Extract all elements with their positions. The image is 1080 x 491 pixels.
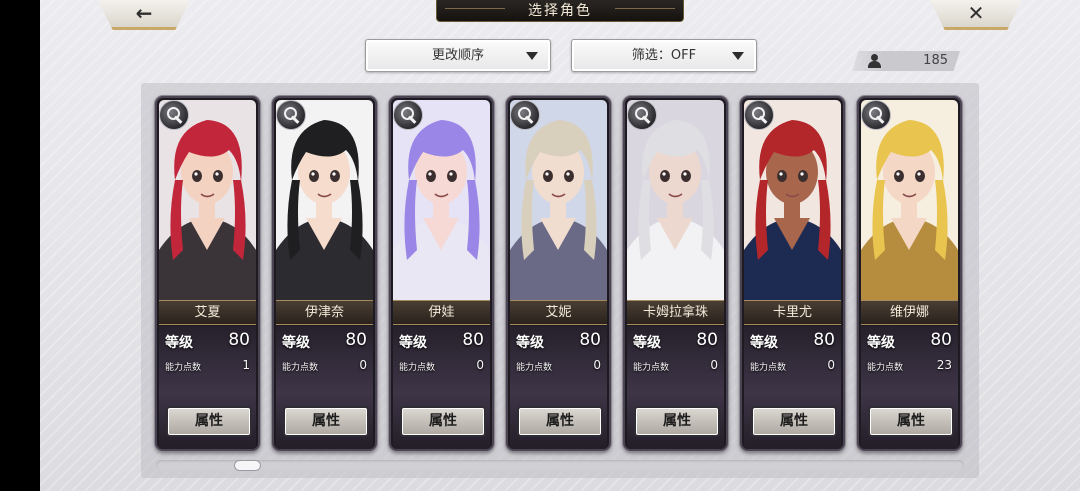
character-name: 伊娃 [393, 300, 490, 325]
attributes-button[interactable]: 属性 [283, 406, 369, 437]
ability-points-label: 能力点数 [867, 363, 904, 373]
close-button[interactable]: ✕ [930, 0, 1022, 30]
level-value: 80 [462, 330, 484, 350]
character-card[interactable]: 艾夏等级 80 能力点数 1 属性 [155, 96, 260, 451]
character-stats: 等级 80 能力点数 0 属性 [627, 326, 724, 449]
ability-points-label: 能力点数 [399, 363, 436, 373]
character-stats: 等级 80 能力点数 0 属性 [510, 326, 607, 449]
attributes-button[interactable]: 属性 [751, 406, 837, 437]
attributes-button[interactable]: 属性 [517, 406, 603, 437]
level-label: 等级 [516, 335, 544, 351]
character-portrait[interactable] [744, 100, 841, 300]
character-portrait[interactable] [627, 100, 724, 300]
character-card[interactable]: 艾妮等级 80 能力点数 0 属性 [506, 96, 611, 451]
back-button[interactable]: ← [98, 0, 190, 30]
level-value: 80 [696, 330, 718, 350]
character-name: 伊津奈 [276, 300, 373, 325]
character-stats: 等级 80 能力点数 0 属性 [276, 326, 373, 449]
level-value: 80 [930, 330, 952, 350]
character-card[interactable]: 卡姆拉拿珠等级 80 能力点数 0 属性 [623, 96, 728, 451]
level-label: 等级 [633, 335, 661, 351]
level-label: 等级 [165, 335, 193, 351]
ability-points-label: 能力点数 [750, 363, 787, 373]
level-label: 等级 [750, 335, 778, 351]
ability-points-label: 能力点数 [282, 363, 319, 373]
ability-points-label: 能力点数 [516, 363, 553, 373]
key-icon [276, 100, 306, 130]
character-name: 维伊娜 [861, 300, 958, 325]
sort-order-label: 更改顺序 [431, 48, 484, 63]
close-x-icon: ✕ [967, 1, 985, 25]
scrollbar-thumb[interactable] [234, 460, 261, 471]
character-card[interactable]: 伊娃等级 80 能力点数 0 属性 [389, 96, 494, 451]
caret-down-icon [732, 52, 744, 60]
character-portrait[interactable] [861, 100, 958, 300]
character-count-badge: 185 [852, 51, 960, 71]
character-count: 185 [923, 53, 948, 68]
level-label: 等级 [399, 335, 427, 351]
ability-points-value: 0 [827, 358, 835, 372]
character-name: 艾妮 [510, 300, 607, 325]
filter-label: 筛选：OFF [631, 48, 697, 63]
key-icon [861, 100, 891, 130]
attributes-button[interactable]: 属性 [166, 406, 252, 437]
attributes-button[interactable]: 属性 [400, 406, 486, 437]
left-arrow-icon: ← [135, 1, 153, 25]
key-icon [393, 100, 423, 130]
page-title: 选择角色 [436, 0, 684, 22]
key-icon [510, 100, 540, 130]
ability-points-value: 0 [593, 358, 601, 372]
character-name: 艾夏 [159, 300, 256, 325]
ability-points-value: 23 [936, 358, 952, 372]
caret-down-icon [526, 52, 538, 60]
key-icon [627, 100, 657, 130]
character-card[interactable]: 维伊娜等级 80 能力点数 23 属性 [857, 96, 962, 451]
character-stats: 等级 80 能力点数 0 属性 [393, 326, 490, 449]
level-value: 80 [228, 330, 250, 350]
level-value: 80 [813, 330, 835, 350]
character-select-screen: ← 选择角色 ✕ 更改顺序 筛选：OFF 185 艾夏 等级 80 能力点数 1 属性 伊津… [40, 0, 1080, 491]
character-portrait[interactable] [510, 100, 607, 300]
level-value: 80 [579, 330, 601, 350]
character-name: 卡姆拉拿珠 [627, 300, 724, 325]
attributes-button[interactable]: 属性 [634, 406, 720, 437]
character-stats: 等级 80 能力点数 0 属性 [744, 326, 841, 449]
character-card[interactable]: 卡里尤等级 80 能力点数 0 属性 [740, 96, 845, 451]
level-label: 等级 [867, 335, 895, 351]
level-label: 等级 [282, 335, 310, 351]
key-icon [159, 100, 189, 130]
character-stats: 等级 80 能力点数 23 属性 [861, 326, 958, 449]
ability-points-value: 0 [476, 358, 484, 372]
sort-order-dropdown[interactable]: 更改顺序 [365, 39, 551, 72]
level-value: 80 [345, 330, 367, 350]
person-icon [868, 54, 881, 68]
key-icon [744, 100, 774, 130]
character-portrait[interactable] [276, 100, 373, 300]
ability-points-label: 能力点数 [165, 363, 202, 373]
horizontal-scrollbar[interactable] [156, 460, 964, 471]
ability-points-value: 1 [242, 358, 250, 372]
character-name: 卡里尤 [744, 300, 841, 325]
top-bar: ← 选择角色 ✕ [40, 0, 1080, 30]
character-portrait[interactable] [393, 100, 490, 300]
ability-points-label: 能力点数 [633, 363, 670, 373]
ability-points-value: 0 [359, 358, 367, 372]
character-card-list: 艾夏等级 80 能力点数 1 属性 伊津奈等级 80 能力点数 0 属性 伊娃等级 80 能力点数 0 属性… [155, 96, 965, 453]
character-card[interactable]: 伊津奈等级 80 能力点数 0 属性 [272, 96, 377, 451]
ability-points-value: 0 [710, 358, 718, 372]
character-stats: 等级 80 能力点数 1 属性 [159, 326, 256, 449]
attributes-button[interactable]: 属性 [868, 406, 954, 437]
filter-dropdown[interactable]: 筛选：OFF [571, 39, 757, 72]
character-portrait[interactable] [159, 100, 256, 300]
